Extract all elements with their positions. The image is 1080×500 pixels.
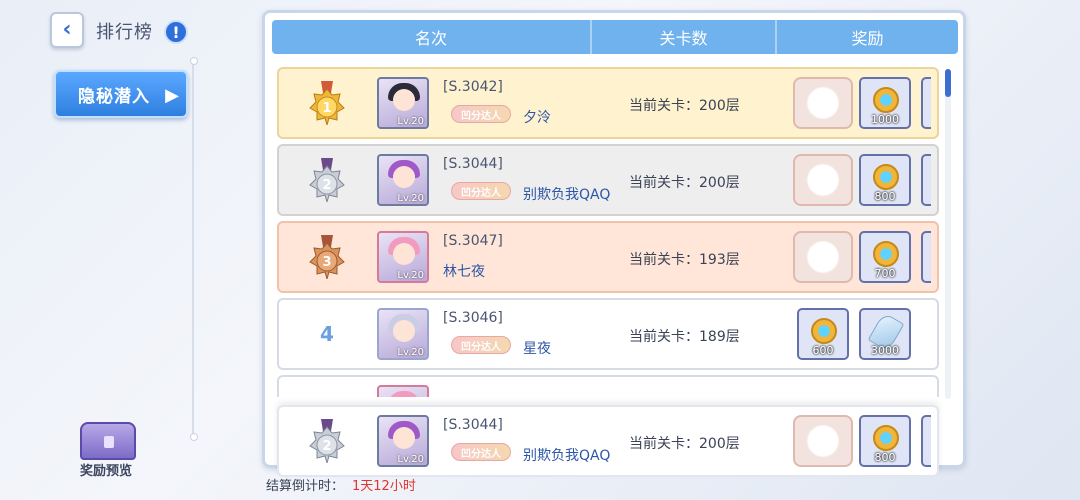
reward-item-partial[interactable] [921,415,931,467]
table-header: 名次 关卡数 奖励 [272,20,958,54]
reward-item[interactable]: 600 [797,308,849,360]
header-reward: 奖励 [851,29,884,48]
chevron-left-icon: ‹ [62,17,72,42]
sidebar-tab-label: 隐秘潜入 [78,86,150,107]
player-name: 别欺负我QAQ [523,187,611,203]
avatar-level: Lv.20 [397,270,424,281]
gem-coin-icon [873,87,899,113]
title-badge: 凹分达人 [451,336,511,354]
rank-number: 4 [320,322,334,346]
chevron-right-icon: ▶ [165,85,180,106]
reward-item[interactable]: 3000 [859,308,911,360]
scrollbar-thumb[interactable] [945,69,951,97]
avatar[interactable]: Lv.20 [377,308,429,360]
rank-number: 3 [322,255,331,270]
player-name: 夕泠 [523,110,551,126]
gift-box-icon[interactable] [793,415,853,467]
avatar-level: Lv.20 [397,454,424,465]
rank-number: 1 [322,101,331,116]
avatar-level: Lv.20 [397,347,424,358]
server-id: [S.3047] [443,233,503,249]
reward-preview-label[interactable]: 奖励预览 [80,460,132,479]
treasure-chest-icon[interactable] [80,422,136,460]
gem-coin-icon [873,425,899,451]
leaderboard-panel: 名次 关卡数 奖励 1 Lv.20 [S.3042] 凹分达人 夕泠 当前关卡：… [262,10,966,477]
title-badge: 凹分达人 [451,105,511,123]
reward-item[interactable]: 800 [859,415,911,467]
stage-progress: 当前关卡：193层 [629,252,740,268]
player-name: 林七夜 [443,264,485,280]
silver-medal-icon: 2 [309,419,345,463]
reward-amount: 3000 [871,344,899,357]
server-id: [S.3044] [443,156,503,172]
gift-box-icon[interactable] [793,77,853,129]
reward-amount: 800 [874,451,896,464]
server-id: [S.3044] [443,417,503,433]
avatar-level: Lv.20 [397,116,424,127]
sidebar-scroll-track [190,57,198,441]
leaderboard-list[interactable]: 1 Lv.20 [S.3042] 凹分达人 夕泠 当前关卡：200层 1000 [277,67,941,397]
reward-item[interactable]: 700 [859,231,911,283]
avatar[interactable]: Lv.20 [377,415,429,467]
bronze-medal-icon: 3 [309,235,345,279]
avatar-level: Lv.20 [397,193,424,204]
title-badge: 凹分达人 [451,182,511,200]
server-id: [S.3046] [443,310,503,326]
reward-amount: 1000 [871,113,899,126]
page-title: 排行榜 [96,22,153,43]
gem-coin-icon [811,318,837,344]
reward-item-partial[interactable] [921,154,931,206]
rank-number: 2 [322,178,331,193]
stage-progress: 当前关卡：200层 [629,98,740,114]
server-id: [S.3042] [443,79,503,95]
countdown-label: 结算倒计时： [266,479,345,494]
avatar[interactable]: Lv.20 [377,154,429,206]
table-row[interactable] [277,375,939,397]
list-scrollbar[interactable] [945,69,951,399]
stage-progress: 当前关卡：200层 [629,175,740,191]
table-row[interactable]: 2 Lv.20 [S.3044] 凹分达人 别欺负我QAQ 当前关卡：200层 … [277,144,939,216]
gold-medal-icon: 1 [309,81,345,125]
avatar[interactable] [377,385,429,397]
settlement-countdown: 结算倒计时： 1天12小时 [266,475,416,494]
gem-coin-icon [873,241,899,267]
back-button[interactable]: ‹ [50,12,84,48]
countdown-value: 1天12小时 [352,479,416,494]
stage-progress: 当前关卡：189层 [629,329,740,345]
reward-amount: 700 [874,267,896,280]
info-icon[interactable]: ! [164,20,188,44]
avatar[interactable]: Lv.20 [377,77,429,129]
reward-item[interactable]: 800 [859,154,911,206]
table-row[interactable]: 3 Lv.20 [S.3047] 林七夜 当前关卡：193层 700 [277,221,939,293]
sidebar-tab-stealth[interactable]: 隐秘潜入 ▶ [54,70,188,118]
reward-amount: 600 [812,344,834,357]
avatar[interactable]: Lv.20 [377,231,429,283]
player-name: 星夜 [523,341,551,357]
reward-item[interactable]: 1000 [859,77,911,129]
rank-number: 2 [322,439,331,454]
reward-item-partial[interactable] [921,231,931,283]
player-name: 别欺负我QAQ [523,448,611,464]
stage-progress: 当前关卡：200层 [629,436,740,452]
title-badge: 凹分达人 [451,443,511,461]
table-row[interactable]: 4 Lv.20 [S.3046] 凹分达人 星夜 当前关卡：189层 600 3… [277,298,939,370]
table-row[interactable]: 1 Lv.20 [S.3042] 凹分达人 夕泠 当前关卡：200层 1000 [277,67,939,139]
gift-box-icon[interactable] [793,231,853,283]
header-rank: 名次 [272,20,592,54]
reward-item-partial[interactable] [921,77,931,129]
my-rank-row[interactable]: 2 Lv.20 [S.3044] 凹分达人 别欺负我QAQ 当前关卡：200层 … [277,405,939,477]
gift-box-icon[interactable] [793,154,853,206]
header-stage: 关卡数 [592,20,777,54]
silver-medal-icon: 2 [309,158,345,202]
gem-coin-icon [873,164,899,190]
reward-amount: 800 [874,190,896,203]
